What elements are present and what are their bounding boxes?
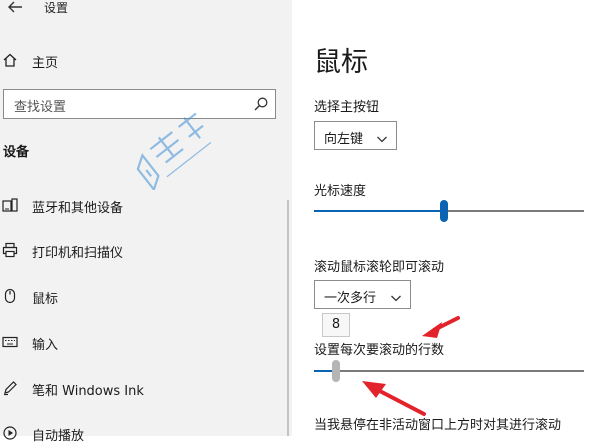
sidebar-item-home[interactable]: 主页 [0,50,292,72]
chevron-down-icon [390,289,402,302]
dropdown-value: 向左键 [324,132,364,147]
home-icon [2,52,18,68]
search-icon[interactable] [253,96,269,112]
sidebar-scrollbar[interactable] [287,200,289,436]
primary-button-dropdown[interactable]: 向左键 [314,121,397,150]
sidebar-item-printers[interactable]: 打印机和扫描仪 [0,239,286,263]
inactive-scroll-label: 当我悬停在非活动窗口上方时对其进行滚动 [314,418,562,433]
watermark-logo-icon [136,112,212,190]
sidebar-item-pen[interactable]: 笔和 Windows Ink [0,377,286,401]
back-arrow-icon[interactable] [6,0,24,16]
section-title: 设备 [3,145,30,160]
sidebar-item-autoplay[interactable]: 自动播放 [0,422,286,446]
sidebar-item-bluetooth[interactable]: 蓝牙和其他设备 [0,194,286,218]
annotation-arrow-icon [362,381,426,416]
slider-value-tooltip: 8 [322,313,350,337]
search-placeholder: 查找设置 [14,100,67,115]
page-title: 鼠标 [314,47,368,78]
chevron-down-icon [376,130,388,143]
keyboard-icon [2,334,18,350]
cursor-speed-label: 光标速度 [314,184,367,199]
sidebar-item-mouse[interactable]: 鼠标 [0,285,286,309]
autoplay-icon [2,425,18,441]
slider-thumb[interactable] [332,360,340,382]
sidebar-item-label: 笔和 Windows Ink [32,384,144,399]
slider-thumb[interactable] [440,200,448,222]
main-panel: 鼠标 选择主按钮 向左键 光标速度 滚动鼠标滚轮即可滚动 一次多行 8 设置每次… [292,0,600,436]
sidebar-item-label: 自动播放 [32,429,85,444]
wheel-scroll-dropdown[interactable]: 一次多行 [314,280,411,309]
lines-to-scroll-slider[interactable] [314,359,584,383]
slider-fill [314,210,444,212]
wheel-scroll-label: 滚动鼠标滚轮即可滚动 [314,260,445,275]
sidebar-item-label: 蓝牙和其他设备 [32,201,124,216]
cursor-speed-slider[interactable] [314,199,584,223]
annotation-arrow-icon [422,316,460,338]
home-label: 主页 [32,56,59,71]
bluetooth-devices-icon [2,197,18,213]
sidebar-item-label: 鼠标 [32,292,59,307]
sidebar-item-label: 输入 [32,338,59,353]
sidebar: 设置 主页 查找设置 设备 蓝牙和其他设备 打印机和扫描仪 鼠标 输入 笔和 W… [0,0,292,444]
sidebar-item-typing[interactable]: 输入 [0,331,286,355]
slider-track [314,370,584,372]
sidebar-item-label: 打印机和扫描仪 [32,246,124,261]
primary-button-label: 选择主按钮 [314,100,380,115]
window-title: 设置 [44,1,69,15]
pen-icon [2,380,18,396]
lines-to-scroll-label: 设置每次要滚动的行数 [314,343,445,358]
dropdown-value: 一次多行 [324,291,377,306]
printer-icon [2,242,18,258]
mouse-icon [2,288,18,304]
